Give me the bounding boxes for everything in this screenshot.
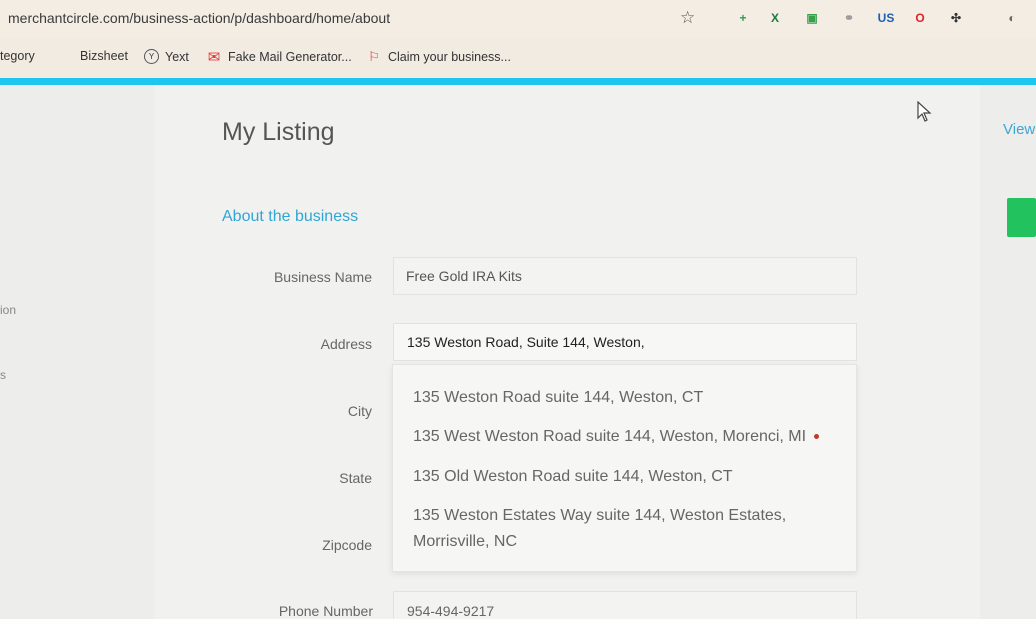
bookmark-claim[interactable]: ⚐ Claim your business... [366, 49, 511, 65]
bookmark-fake-mail[interactable]: ✉ Fake Mail Generator... [206, 49, 352, 66]
puzzle-icon[interactable]: ✣ [947, 8, 965, 28]
dot-icon [814, 434, 820, 440]
suggestion-text: Morrisville, NC [413, 533, 517, 550]
link-icon[interactable]: ⚭ [840, 8, 858, 28]
business-name-field[interactable]: Free Gold IRA Kits [393, 257, 857, 295]
suggestion-text: 135 Old Weston Road suite 144, Weston, C… [413, 468, 733, 485]
plus-icon[interactable]: + [734, 8, 752, 28]
vpn-us-icon[interactable]: US [876, 8, 896, 28]
section-heading[interactable]: About the business [222, 208, 358, 226]
suggestion-item[interactable]: 135 Weston Estates Way suite 144, Weston… [413, 503, 786, 555]
state-label: State [339, 470, 372, 486]
excel-icon[interactable]: X [766, 8, 784, 28]
sidebar-item-partial[interactable]: ion [0, 303, 16, 317]
phone-label: Phone Number [278, 603, 373, 619]
address-label: Address [320, 336, 372, 352]
bookmark-bizsheet[interactable]: Bizsheet [80, 49, 128, 63]
screen-icon[interactable]: ▣ [803, 8, 821, 28]
phone-value: 954-494-9217 [407, 603, 495, 619]
business-name-label: Business Name [273, 269, 372, 285]
sidebar-item-partial[interactable]: s [0, 368, 6, 382]
view-link[interactable]: View [1003, 121, 1035, 138]
site-header-bar [0, 78, 1036, 85]
page-title: My Listing [222, 118, 335, 146]
suggestion-item[interactable]: 135 West Weston Road suite 144, Weston, … [413, 424, 820, 450]
url-text[interactable]: merchantcircle.com/business-action/p/das… [8, 10, 390, 26]
suggestion-item[interactable]: 135 Old Weston Road suite 144, Weston, C… [413, 464, 733, 490]
suggestion-item[interactable]: 135 Weston Road suite 144, Weston, CT [413, 385, 703, 411]
bookmark-label: Yext [165, 49, 189, 64]
bookmark-label: Bizsheet [80, 49, 128, 63]
envelope-icon: ✉ [207, 49, 221, 66]
bookmark-category[interactable]: tegory [0, 49, 35, 63]
opera-icon[interactable]: O [911, 8, 929, 28]
bookmark-yext[interactable]: Y Yext [144, 49, 189, 64]
address-value: 135 Weston Road, Suite 144, Weston, [407, 334, 645, 350]
address-field[interactable]: 135 Weston Road, Suite 144, Weston, [393, 323, 857, 361]
suggestion-text: 135 West Weston Road suite 144, Weston, … [413, 428, 807, 445]
suggestion-text: 135 Weston Estates Way suite 144, Weston… [413, 507, 787, 524]
flag-icon: ⚐ [368, 49, 380, 64]
suggestion-text: 135 Weston Road suite 144, Weston, CT [413, 389, 704, 406]
phone-field[interactable]: 954-494-9217 [393, 591, 857, 619]
zipcode-label: Zipcode [322, 537, 372, 553]
bookmark-label: Claim your business... [388, 50, 511, 64]
mouse-cursor-icon [917, 101, 932, 122]
city-label: City [347, 403, 372, 419]
address-bar[interactable]: merchantcircle.com/business-action/p/das… [0, 0, 1036, 38]
bookmarks-bar: tegory Bizsheet Y Yext ✉ Fake Mail Gener… [0, 38, 1036, 78]
business-name-value: Free Gold IRA Kits [406, 268, 522, 284]
bookmark-label: Fake Mail Generator... [228, 50, 352, 64]
yext-icon: Y [144, 49, 159, 64]
profile-icon[interactable]: ◐ [1003, 8, 1021, 28]
save-button[interactable] [1007, 198, 1036, 237]
address-suggestions: 135 Weston Road suite 144, Weston, CT 13… [392, 364, 857, 572]
bookmark-star-icon[interactable]: ☆ [680, 8, 695, 28]
bookmark-label: tegory [0, 49, 35, 63]
